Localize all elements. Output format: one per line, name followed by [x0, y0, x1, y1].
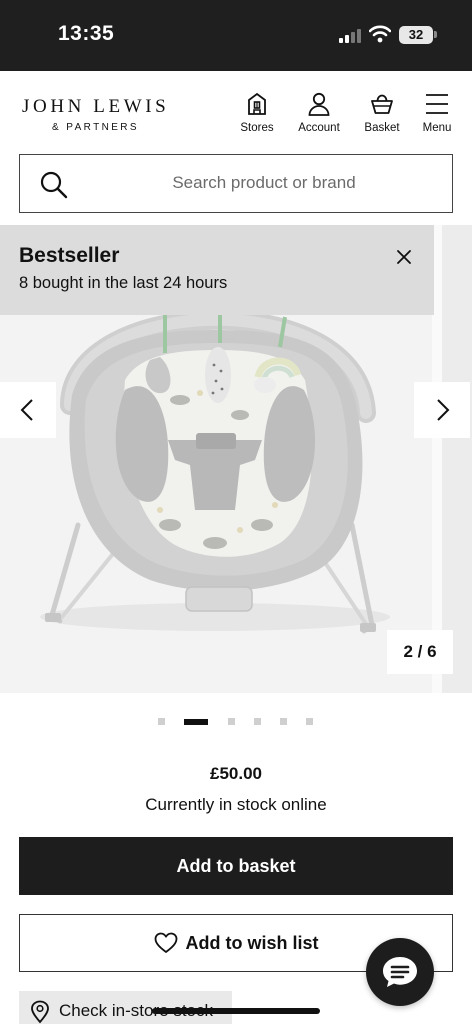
chat-icon — [383, 957, 417, 987]
chevron-right-icon — [437, 399, 450, 421]
status-time: 13:35 — [58, 22, 115, 45]
image-counter: 2 / 6 — [387, 630, 453, 674]
stock-status: Currently in stock online — [145, 795, 327, 814]
signal-icon — [339, 29, 363, 43]
pagination-dot-2-active[interactable] — [184, 719, 208, 725]
product-gallery[interactable]: Bestseller 8 bought in the last 24 hours… — [0, 225, 472, 693]
next-image-button[interactable] — [414, 382, 470, 438]
basket-icon — [371, 94, 393, 114]
home-indicator — [152, 1008, 320, 1014]
john-lewis-logo[interactable]: JOHN LEWIS & PARTNERS — [22, 96, 182, 133]
bestseller-title: Bestseller — [19, 244, 120, 267]
search-input[interactable] — [80, 155, 448, 211]
live-chat-button[interactable] — [366, 938, 434, 1006]
nav-menu-label: Menu — [422, 122, 452, 134]
menu-icon — [426, 94, 448, 114]
previous-image-button[interactable] — [0, 382, 56, 438]
search-bar[interactable] — [19, 154, 453, 213]
battery-tip — [434, 31, 437, 38]
pagination-dot-5[interactable] — [280, 718, 287, 725]
next-image-peek — [442, 225, 472, 693]
logo-sub-text: & PARTNERS — [52, 122, 139, 133]
pagination-dot-3[interactable] — [228, 718, 235, 725]
nav-account-label: Account — [298, 122, 340, 134]
nav-basket[interactable]: Basket — [352, 91, 412, 134]
logo-main-text: JOHN LEWIS — [22, 96, 170, 117]
bestseller-banner: Bestseller 8 bought in the last 24 hours — [0, 225, 434, 315]
nav-account[interactable]: Account — [289, 91, 349, 134]
pagination-dot-1[interactable] — [158, 718, 165, 725]
status-bar: 13:35 32 — [0, 0, 472, 71]
store-icon — [248, 92, 266, 115]
nav-stores[interactable]: Stores — [227, 91, 287, 134]
add-to-basket-button[interactable]: Add to basket — [19, 837, 453, 895]
nav-basket-label: Basket — [364, 122, 400, 134]
pagination-dot-4[interactable] — [254, 718, 261, 725]
gallery-pagination — [0, 716, 472, 728]
battery-icon: 32 — [399, 26, 433, 44]
wishlist-label: Add to wish list — [185, 932, 319, 953]
close-icon[interactable] — [390, 243, 418, 271]
site-header: JOHN LEWIS & PARTNERS Stores Account Bas… — [0, 71, 472, 147]
account-icon — [308, 92, 330, 116]
nav-stores-label: Stores — [240, 122, 274, 134]
heart-icon — [154, 932, 177, 953]
product-price: £50.00 — [210, 764, 262, 783]
search-icon — [40, 171, 68, 199]
bestseller-text: 8 bought in the last 24 hours — [19, 274, 228, 292]
pagination-dot-6[interactable] — [306, 718, 313, 725]
chevron-left-icon — [20, 399, 33, 421]
nav-menu[interactable]: Menu — [407, 91, 467, 134]
wifi-icon — [369, 25, 391, 43]
location-pin-icon — [31, 1000, 49, 1024]
